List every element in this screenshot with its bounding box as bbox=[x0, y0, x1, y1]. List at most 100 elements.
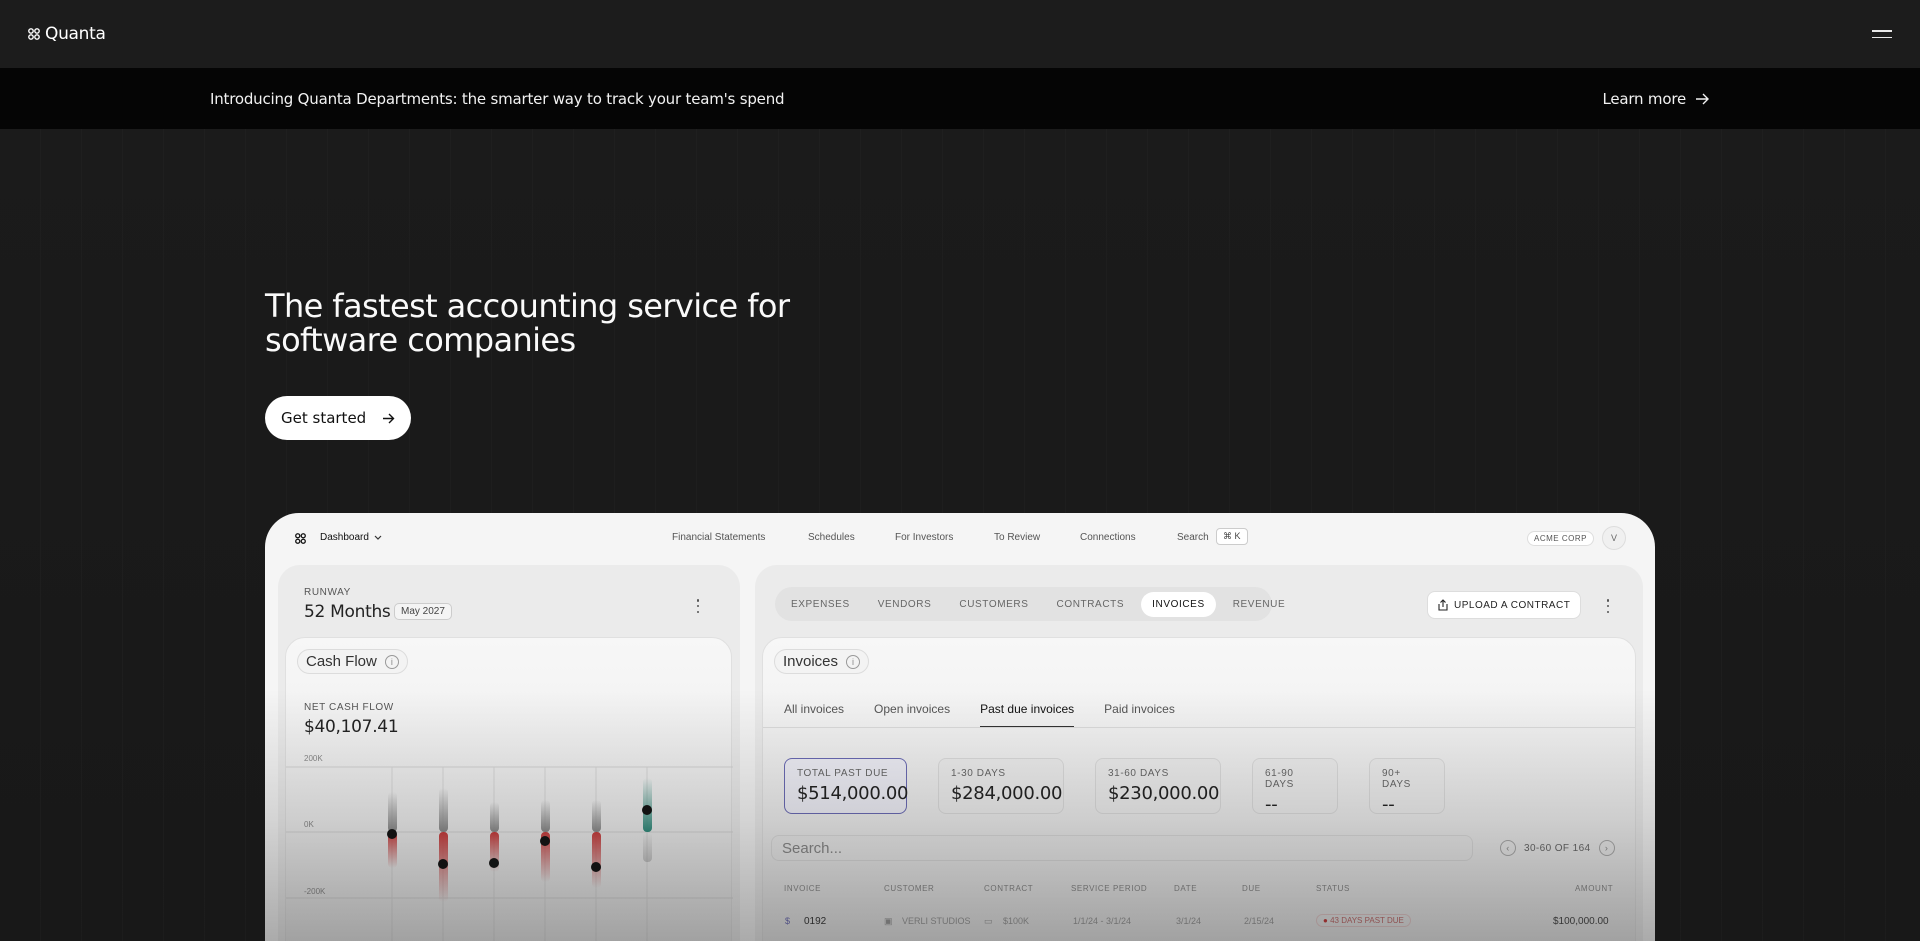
hero-title: The fastest accounting service for softw… bbox=[265, 287, 790, 359]
cash-flow-point bbox=[540, 836, 550, 846]
learn-more-link[interactable]: Learn more bbox=[1602, 90, 1710, 108]
subtab-all-invoices[interactable]: All invoices bbox=[784, 702, 844, 728]
hamburger-menu-icon[interactable] bbox=[1872, 27, 1892, 41]
service-period: 1/1/24 - 3/1/24 bbox=[1073, 916, 1132, 926]
summary-card-value: $284,000.00 bbox=[951, 783, 1063, 804]
summary-card-value: -- bbox=[1382, 794, 1395, 815]
cash-flow-bar bbox=[643, 778, 652, 832]
summary-card-1-30-days[interactable]: 1-30 DAYS $284,000.00 bbox=[938, 758, 1064, 814]
column-header-invoice[interactable]: INVOICE bbox=[784, 884, 821, 893]
previous-page-icon[interactable]: ‹ bbox=[1500, 840, 1516, 856]
info-icon[interactable]: i bbox=[846, 654, 861, 669]
arrow-right-icon bbox=[1696, 93, 1709, 104]
cash-flow-bar bbox=[490, 802, 499, 832]
net-cash-flow-value: $40,107.41 bbox=[304, 717, 399, 737]
nav-connections[interactable]: Connections bbox=[1080, 532, 1136, 543]
dashboard-label: Dashboard bbox=[320, 532, 369, 543]
customer-name: VERLI STUDIOS bbox=[902, 916, 971, 926]
column-header-due[interactable]: DUE bbox=[1242, 884, 1261, 893]
cash-flow-bar bbox=[388, 792, 397, 832]
quanta-logo-icon bbox=[28, 28, 40, 40]
next-page-icon[interactable]: › bbox=[1598, 840, 1615, 856]
arrow-right-icon bbox=[383, 413, 395, 423]
nav-schedules[interactable]: Schedules bbox=[808, 532, 855, 543]
tab-expenses[interactable]: EXPENSES bbox=[780, 592, 861, 617]
column-header-status[interactable]: STATUS bbox=[1316, 884, 1350, 893]
more-options-icon[interactable] bbox=[695, 599, 701, 613]
invoice-amount: $100,000.00 bbox=[1553, 916, 1609, 927]
nav-for-investors[interactable]: For Investors bbox=[895, 532, 953, 543]
runway-value: 52 Months bbox=[304, 602, 391, 622]
summary-card-total-past-due[interactable]: TOTAL PAST DUE $514,000.00 bbox=[784, 758, 909, 814]
subtab-past-due-invoices[interactable]: Past due invoices bbox=[980, 702, 1075, 728]
summary-card-61-90-days[interactable]: 61-90 DAYS -- bbox=[1252, 758, 1338, 815]
cash-flow-card: Cash Flow i NET CASH FLOW $40,107.41 200… bbox=[285, 637, 733, 941]
invoice-search-input[interactable]: Search... bbox=[771, 835, 1473, 861]
subtab-paid-invoices[interactable]: Paid invoices bbox=[1104, 702, 1175, 728]
cash-flow-chart: 200K 0K -200K bbox=[286, 754, 733, 941]
brand-logo[interactable]: Quanta bbox=[28, 24, 106, 44]
invoice-subtabs: All invoices Open invoices Past due invo… bbox=[784, 702, 1175, 728]
nav-to-review[interactable]: To Review bbox=[994, 532, 1040, 543]
y-label-200k: 200K bbox=[304, 754, 323, 763]
status-badge: ● 43 DAYS PAST DUE bbox=[1316, 914, 1411, 927]
invoice-date: 3/1/24 bbox=[1176, 916, 1202, 926]
dollar-icon: $ bbox=[785, 916, 791, 926]
folder-icon: ▭ bbox=[984, 916, 993, 926]
status-text: 43 DAYS PAST DUE bbox=[1330, 916, 1404, 925]
summary-card-90-plus-days[interactable]: 90+ DAYS -- bbox=[1369, 758, 1445, 815]
cash-flow-bar bbox=[592, 800, 601, 832]
invoices-title-text: Invoices bbox=[783, 653, 839, 670]
info-icon[interactable]: i bbox=[384, 654, 399, 669]
brand-name: Quanta bbox=[45, 24, 106, 44]
tab-invoices[interactable]: INVOICES bbox=[1141, 591, 1216, 617]
column-header-customer[interactable]: CUSTOMER bbox=[884, 884, 934, 893]
invoices-card: Invoices i All invoices Open invoices Pa… bbox=[762, 637, 1636, 941]
customer-icon: ▣ bbox=[884, 916, 893, 926]
invoices-title: Invoices i bbox=[774, 649, 870, 674]
y-label-0k: 0K bbox=[304, 820, 314, 829]
invoices-panel: EXPENSES VENDORS CUSTOMERS CONTRACTS INV… bbox=[755, 565, 1643, 941]
tab-vendors[interactable]: VENDORS bbox=[867, 592, 943, 617]
column-header-contract[interactable]: CONTRACT bbox=[984, 884, 1033, 893]
summary-card-31-60-days[interactable]: 31-60 DAYS $230,000.00 bbox=[1095, 758, 1221, 814]
column-header-date[interactable]: DATE bbox=[1174, 884, 1197, 893]
net-cash-flow-label: NET CASH FLOW bbox=[304, 702, 394, 713]
avatar[interactable]: V bbox=[1602, 526, 1626, 550]
nav-financial-statements[interactable]: Financial Statements bbox=[672, 532, 765, 543]
contract-value: $100K bbox=[1003, 916, 1030, 926]
y-label-neg-200k: -200K bbox=[304, 887, 326, 896]
tab-contracts[interactable]: CONTRACTS bbox=[1046, 592, 1136, 617]
summary-card-label: 61-90 DAYS bbox=[1265, 768, 1294, 790]
get-started-label: Get started bbox=[281, 409, 367, 427]
runway-panel: RUNWAY 52 Months May 2027 Cash Flow i NE… bbox=[278, 565, 740, 941]
column-header-service-period[interactable]: SERVICE PERIOD bbox=[1071, 884, 1147, 893]
chevron-down-icon bbox=[374, 535, 382, 540]
cash-flow-point bbox=[387, 829, 397, 839]
runway-label: RUNWAY bbox=[304, 587, 351, 598]
invoice-number[interactable]: 0192 bbox=[804, 916, 826, 927]
tab-revenue[interactable]: REVENUE bbox=[1222, 592, 1297, 617]
get-started-button[interactable]: Get started bbox=[265, 396, 411, 440]
tab-customers[interactable]: CUSTOMERS bbox=[948, 592, 1039, 617]
upload-contract-button[interactable]: UPLOAD A CONTRACT bbox=[1427, 591, 1582, 619]
pagination: ‹ 30-60 OF 164 › bbox=[1500, 840, 1615, 856]
column-header-amount[interactable]: AMOUNT bbox=[1575, 884, 1613, 893]
more-options-icon[interactable] bbox=[1605, 599, 1611, 613]
upload-icon bbox=[1438, 599, 1448, 611]
cash-flow-bar bbox=[592, 832, 601, 888]
summary-card-label: 1-30 DAYS bbox=[951, 768, 1006, 779]
cash-flow-point bbox=[438, 859, 448, 869]
category-tabs: EXPENSES VENDORS CUSTOMERS CONTRACTS INV… bbox=[775, 587, 1285, 621]
dashboard-dropdown[interactable]: Dashboard bbox=[320, 532, 382, 543]
app-search-label[interactable]: Search bbox=[1177, 532, 1209, 543]
summary-card-value: $514,000.00 bbox=[797, 783, 909, 804]
summary-card-label: 31-60 DAYS bbox=[1108, 768, 1169, 779]
announcement-banner: Introducing Quanta Departments: the smar… bbox=[0, 68, 1920, 129]
status-dot-icon: ● bbox=[1323, 916, 1328, 925]
subtab-open-invoices[interactable]: Open invoices bbox=[874, 702, 950, 728]
cash-flow-title-text: Cash Flow bbox=[306, 653, 377, 670]
upload-contract-label: UPLOAD A CONTRACT bbox=[1454, 599, 1571, 611]
company-badge[interactable]: ACME CORP bbox=[1527, 531, 1594, 546]
cash-flow-title: Cash Flow i bbox=[297, 649, 408, 674]
